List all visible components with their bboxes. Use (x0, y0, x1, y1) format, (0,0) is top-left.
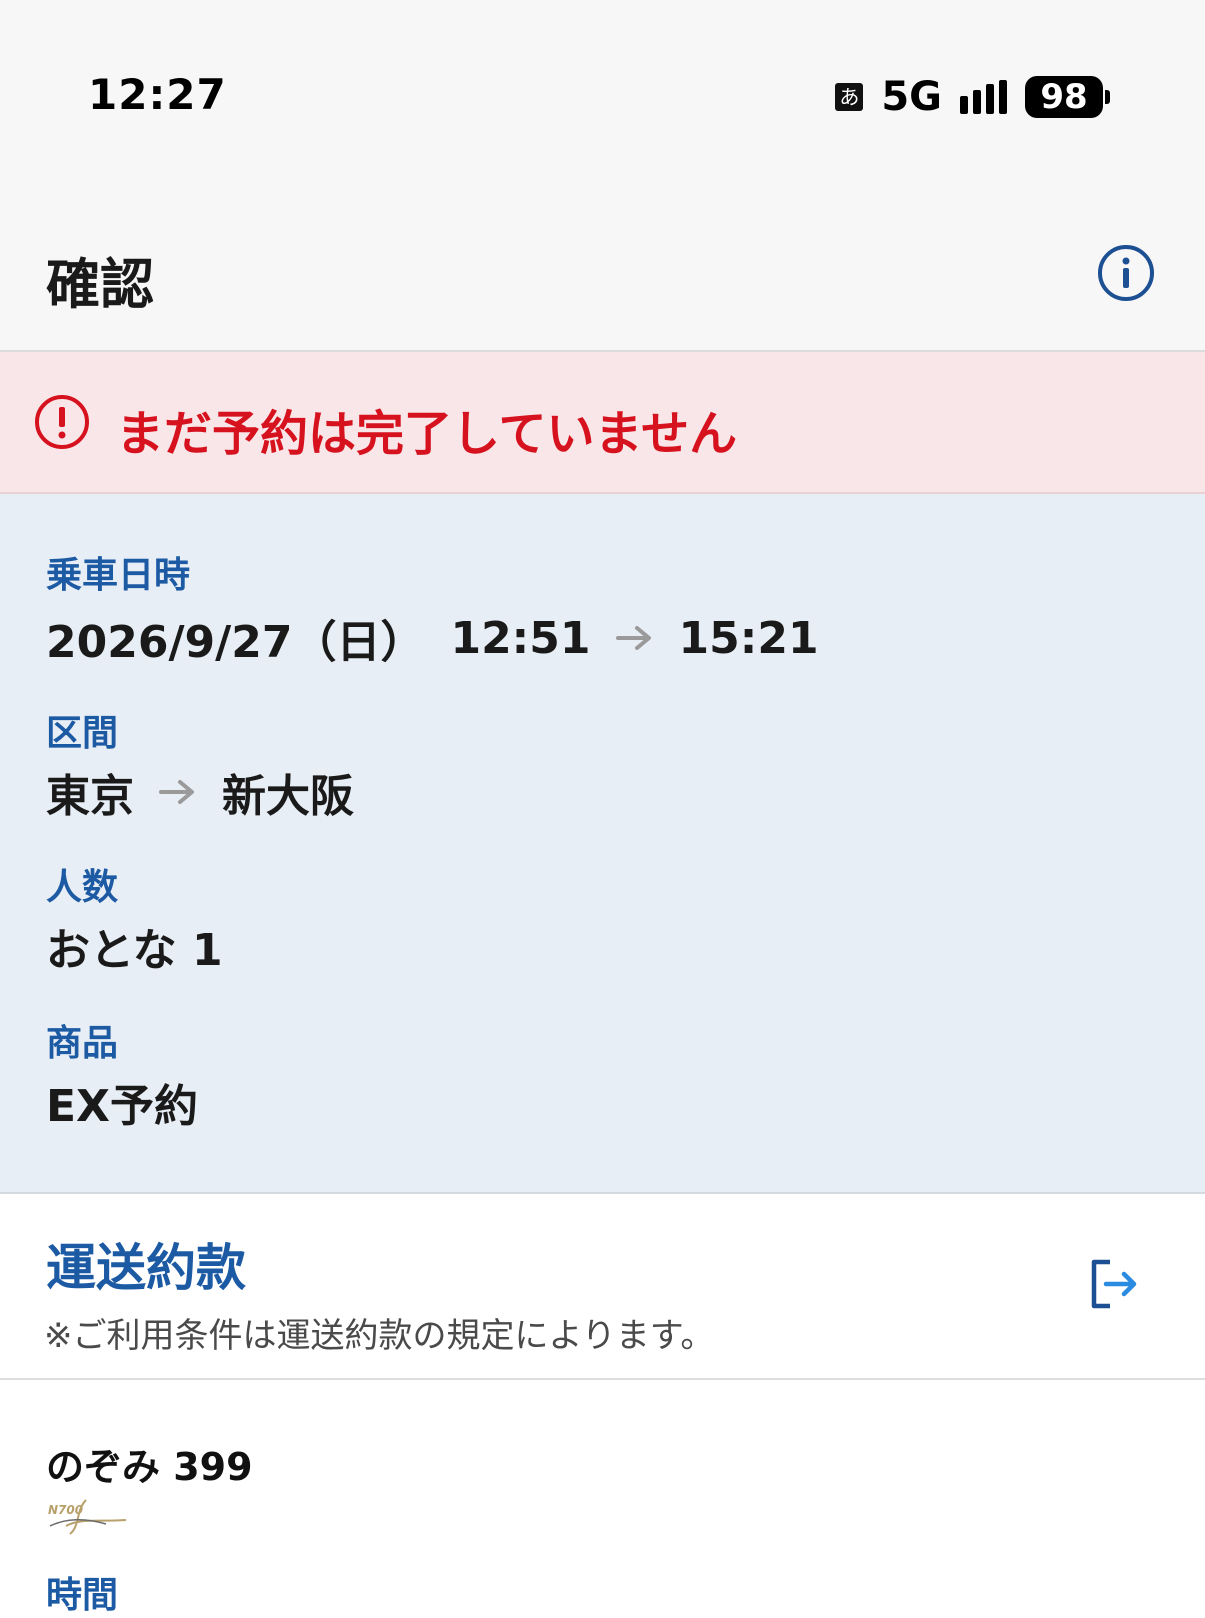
passengers-label: 人数 (46, 867, 119, 908)
info-button[interactable] (1097, 244, 1155, 302)
section-value: 東京 新大阪 (46, 760, 354, 824)
status-time: 12:27 (88, 70, 227, 119)
network-type: 5G (881, 74, 942, 120)
page-title: 確認 (46, 253, 154, 316)
terms-note: ※ご利用条件は運送約款の規定によります。 (44, 1316, 715, 1356)
status-icons: あ 5G 98 (835, 74, 1110, 120)
terms-title: 運送約款 (46, 1239, 246, 1297)
status-bar: 12:27 あ 5G 98 (0, 0, 1205, 200)
product-label: 商品 (46, 1023, 119, 1064)
signal-strength-icon (960, 80, 1007, 114)
arrival-time: 15:21 (678, 612, 819, 664)
reservation-summary: 乗車日時 2026/9/27（日） 12:51 15:21 区間 東京 新大阪 … (0, 494, 1205, 1194)
battery-level: 98 (1025, 76, 1103, 118)
boarding-datetime-label: 乗車日時 (46, 555, 191, 596)
app-header: 確認 (0, 200, 1205, 352)
departure-time: 12:51 (450, 612, 591, 664)
section-label: 区間 (46, 713, 119, 754)
time-label: 時間 (46, 1575, 119, 1616)
passengers-value: おとな 1 (46, 925, 223, 976)
ime-indicator-icon: あ (835, 83, 864, 111)
info-circle-icon (1098, 245, 1154, 301)
train-name: のぞみ 399 (46, 1445, 253, 1489)
origin-station: 東京 (46, 771, 134, 822)
incomplete-reservation-alert: まだ予約は完了していません (0, 352, 1205, 494)
arrow-right-icon (615, 626, 651, 650)
boarding-date: 2026/9/27（日） (46, 617, 425, 668)
boarding-datetime-value: 2026/9/27（日） 12:51 15:21 (46, 606, 819, 670)
exclamation-circle-icon (35, 395, 89, 449)
product-value: EX予約 (46, 1081, 198, 1132)
train-info: のぞみ 399 N700 時間 (0, 1380, 1205, 1616)
terms-of-carriage-link[interactable]: 運送約款 ※ご利用条件は運送約款の規定によります。 (0, 1194, 1205, 1380)
arrow-right-icon (159, 780, 194, 804)
alert-message: まだ予約は完了していません (116, 406, 738, 462)
n700s-logo-icon: N700 (48, 1499, 127, 1535)
external-link-icon (1091, 1259, 1137, 1309)
destination-station: 新大阪 (222, 771, 354, 822)
battery-icon: 98 (1025, 76, 1110, 118)
